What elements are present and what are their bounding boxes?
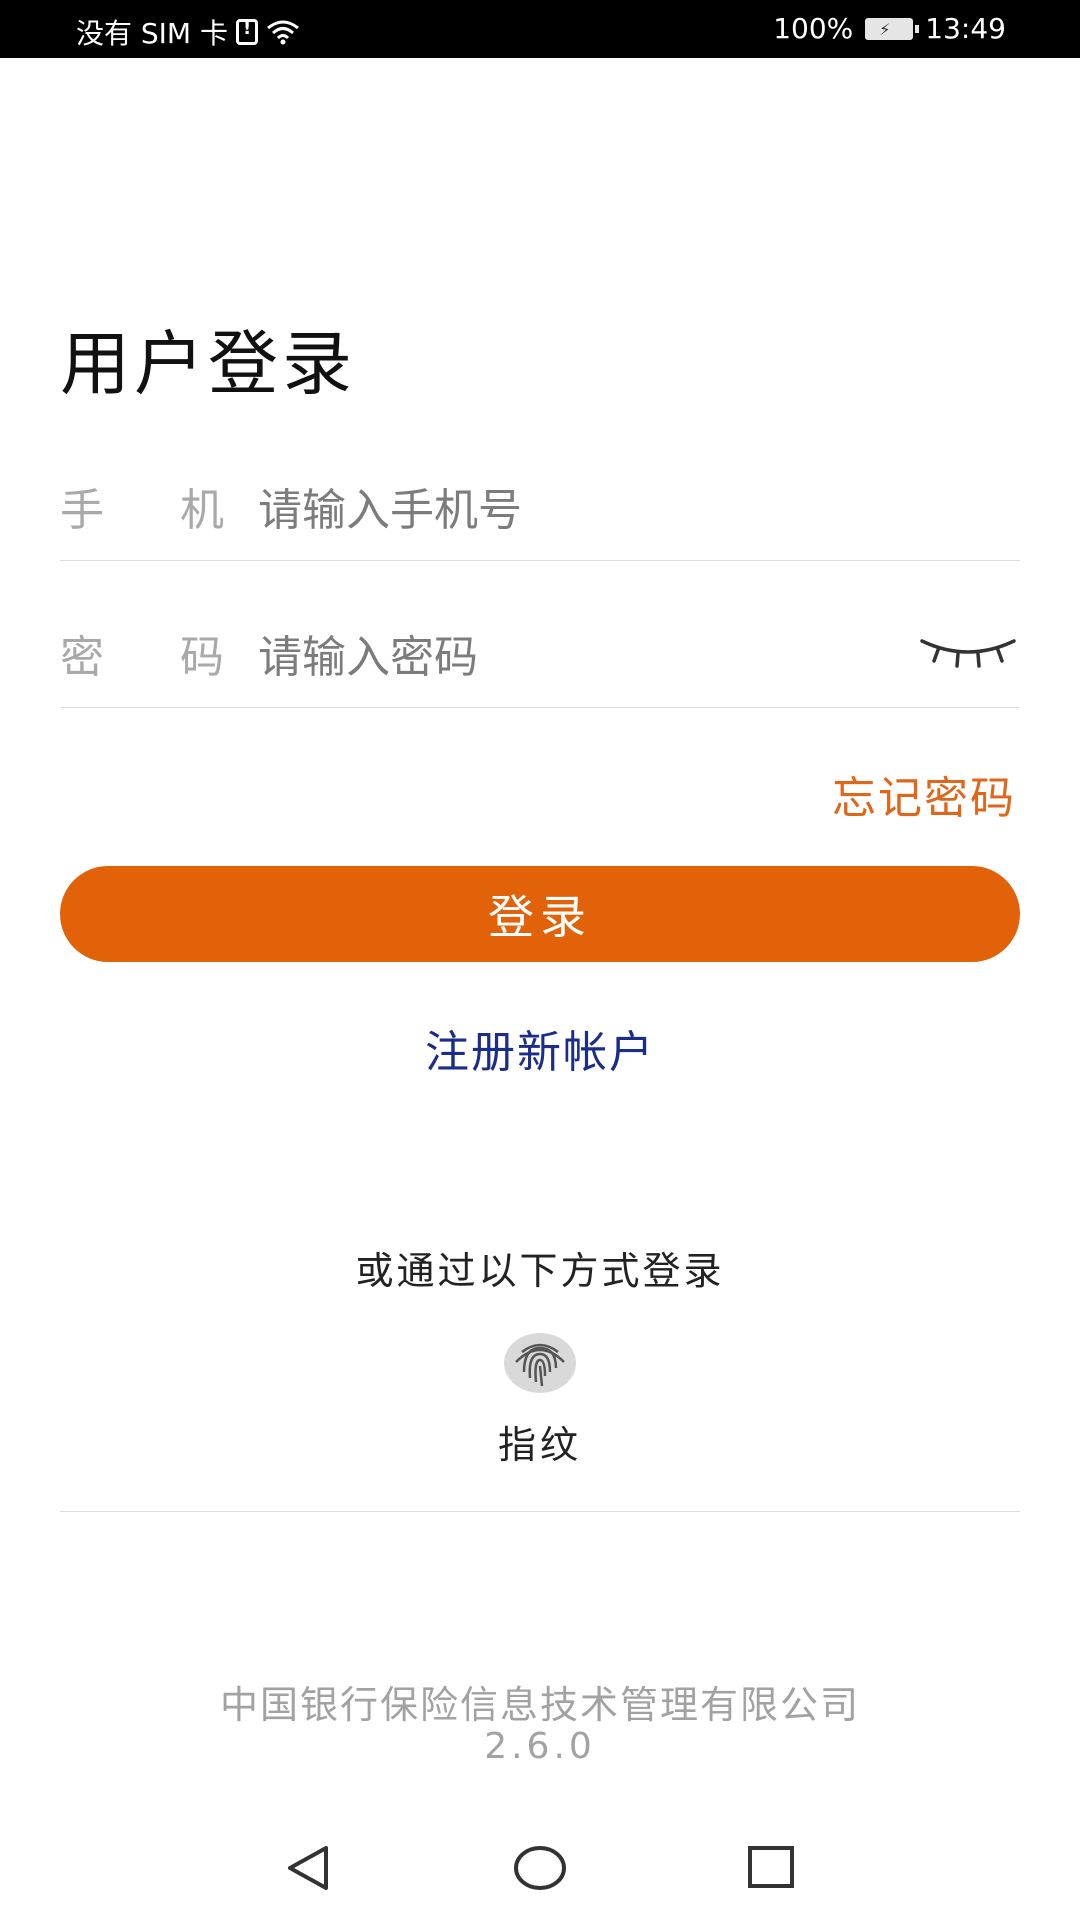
app-version: 2.6.0 <box>484 1726 596 1767</box>
status-left: 没有 SIM 卡 <box>76 12 300 52</box>
status-bar: 没有 SIM 卡 100% ⚡ 13:49 <box>0 0 1080 58</box>
battery-percent: 100% <box>773 12 854 45</box>
page-title: 用户登录 <box>60 323 356 405</box>
company-name: 中国银行保险信息技术管理有限公司 <box>219 1683 860 1727</box>
divider <box>60 1511 1020 1512</box>
password-label-char-1: 密 <box>60 632 104 683</box>
navigation-bar <box>0 1820 1080 1920</box>
home-circle-icon[interactable] <box>510 1840 570 1896</box>
password-field[interactable]: 密 码 请输入密码 <box>60 597 1020 708</box>
phone-label: 手 机 <box>60 474 224 538</box>
phone-label-char-1: 手 <box>60 485 104 536</box>
fingerprint-label: 指纹 <box>497 1423 582 1467</box>
wifi-icon <box>267 20 299 45</box>
battery-charging-icon: ⚡ <box>865 17 920 40</box>
phone-field[interactable]: 手 机 请输入手机号 <box>60 450 1020 561</box>
login-screen: 没有 SIM 卡 100% ⚡ 13:49 用户登录 手 机 请输入手机号 <box>0 0 1080 1920</box>
status-right: 100% ⚡ 13:49 <box>773 12 1006 45</box>
login-button[interactable]: 登录 <box>60 866 1020 962</box>
eye-closed-icon[interactable] <box>918 633 1018 673</box>
alt-login-title: 或通过以下方式登录 <box>355 1249 725 1293</box>
recent-square-icon[interactable] <box>742 1840 798 1896</box>
forgot-password-link[interactable]: 忘记密码 <box>832 762 1016 826</box>
password-label: 密 码 <box>60 621 224 685</box>
clock: 13:49 <box>925 12 1006 45</box>
phone-label-char-2: 机 <box>180 485 224 536</box>
carrier-text: 没有 SIM 卡 <box>76 17 228 50</box>
fingerprint-icon[interactable] <box>502 1332 578 1394</box>
register-link[interactable]: 注册新帐户 <box>0 1016 1080 1080</box>
back-triangle-icon[interactable] <box>280 1840 336 1896</box>
password-label-char-2: 码 <box>180 632 224 683</box>
sim-alert-icon <box>236 18 258 45</box>
phone-input[interactable]: 请输入手机号 <box>258 474 522 538</box>
password-input[interactable]: 请输入密码 <box>258 621 478 685</box>
